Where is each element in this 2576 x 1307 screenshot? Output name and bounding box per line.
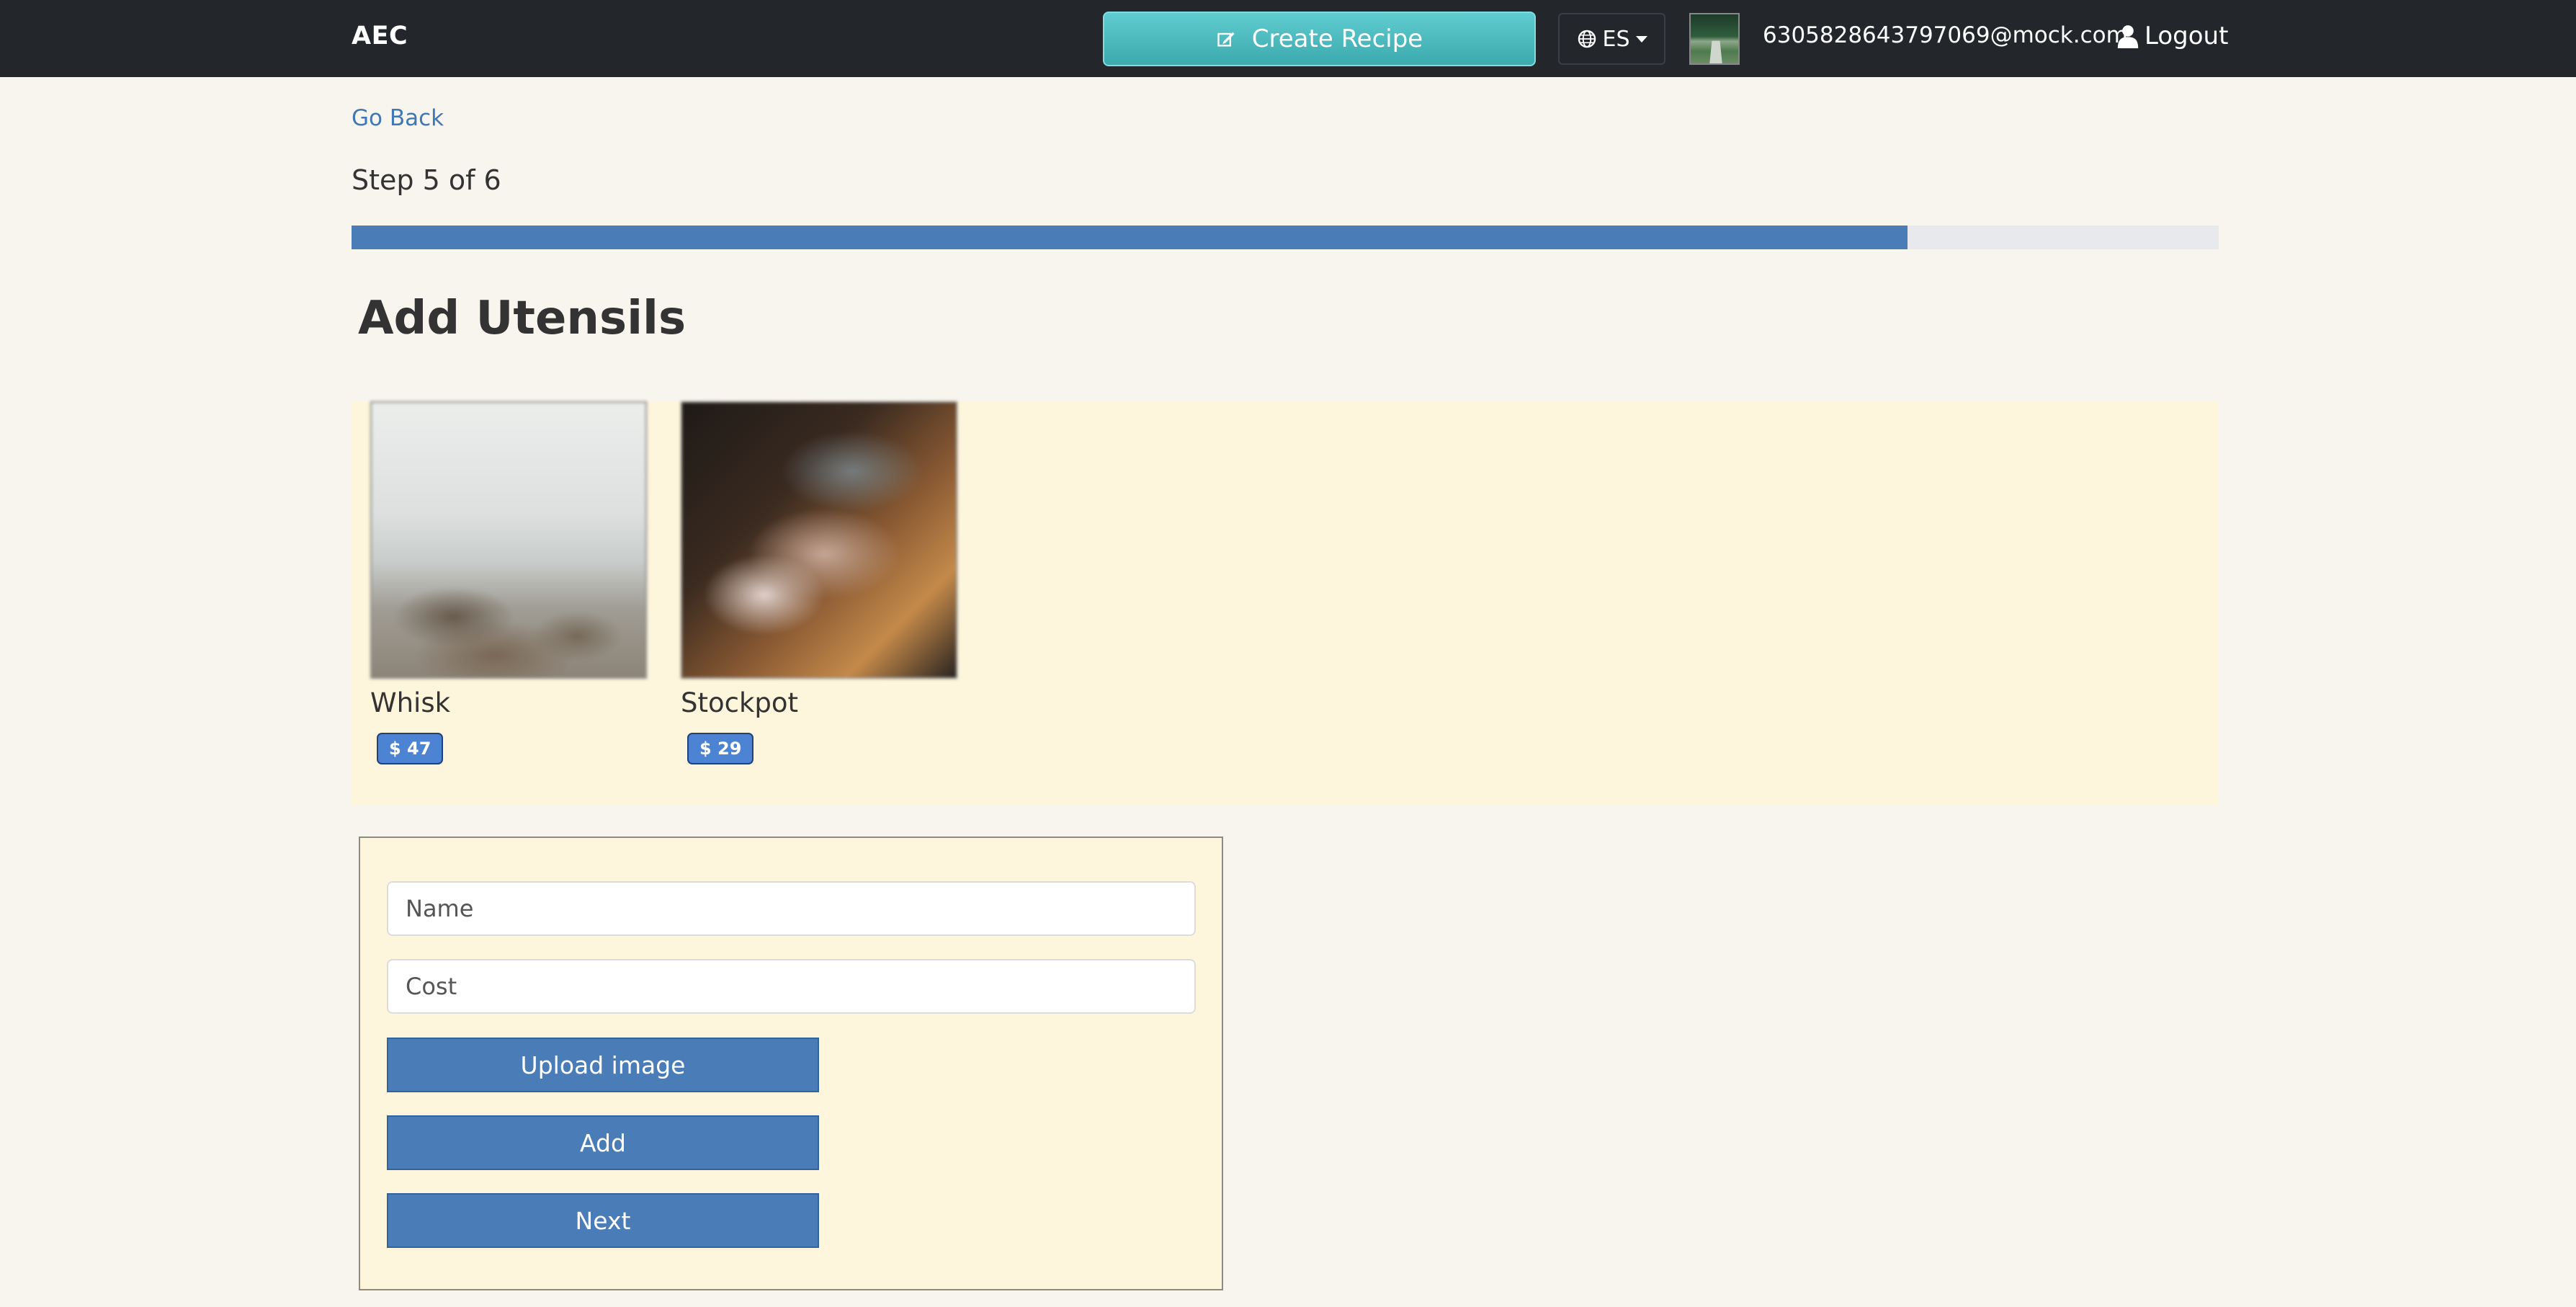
language-dropdown[interactable]: ES [1558, 13, 1665, 65]
step-indicator: Step 5 of 6 [352, 164, 501, 196]
logout-button[interactable]: Logout [2117, 22, 2228, 50]
cost-input[interactable] [387, 959, 1196, 1014]
utensil-card[interactable]: Stockpot $ 29 [681, 401, 957, 764]
edit-icon [1217, 32, 1235, 47]
brand-logo[interactable]: AEC [352, 22, 408, 50]
user-email: 6305828643797069@mock.com [1763, 22, 2128, 48]
avatar[interactable] [1689, 13, 1740, 65]
progress-bar-fill [352, 226, 1908, 249]
price-badge: $ 29 [687, 733, 754, 764]
navbar: AEC Create Recipe ES 6305828643797069@mo… [0, 0, 2576, 77]
utensil-image [681, 401, 957, 679]
utensil-card[interactable]: Whisk $ 47 [370, 401, 647, 764]
name-input[interactable] [387, 881, 1196, 936]
utensil-image [370, 401, 647, 679]
create-recipe-button[interactable]: Create Recipe [1103, 12, 1536, 66]
globe-icon [1578, 30, 1596, 48]
utensil-name: Whisk [370, 687, 451, 718]
chevron-down-icon [1635, 35, 1647, 43]
user-icon [2117, 25, 2139, 48]
language-label: ES [1602, 26, 1630, 52]
next-button[interactable]: Next [387, 1193, 819, 1248]
utensil-name: Stockpot [681, 687, 799, 718]
add-utensil-form: Upload image Add Next [359, 837, 1223, 1290]
progress-bar [352, 226, 2219, 249]
page-title: Add Utensils [358, 292, 687, 345]
utensil-list: Whisk $ 47 Stockpot $ 29 [352, 401, 2219, 805]
add-button[interactable]: Add [387, 1115, 819, 1170]
logout-label: Logout [2145, 22, 2229, 50]
upload-image-button[interactable]: Upload image [387, 1038, 819, 1092]
create-recipe-label: Create Recipe [1251, 24, 1423, 53]
go-back-link[interactable]: Go Back [352, 105, 444, 131]
price-badge: $ 47 [377, 733, 444, 764]
